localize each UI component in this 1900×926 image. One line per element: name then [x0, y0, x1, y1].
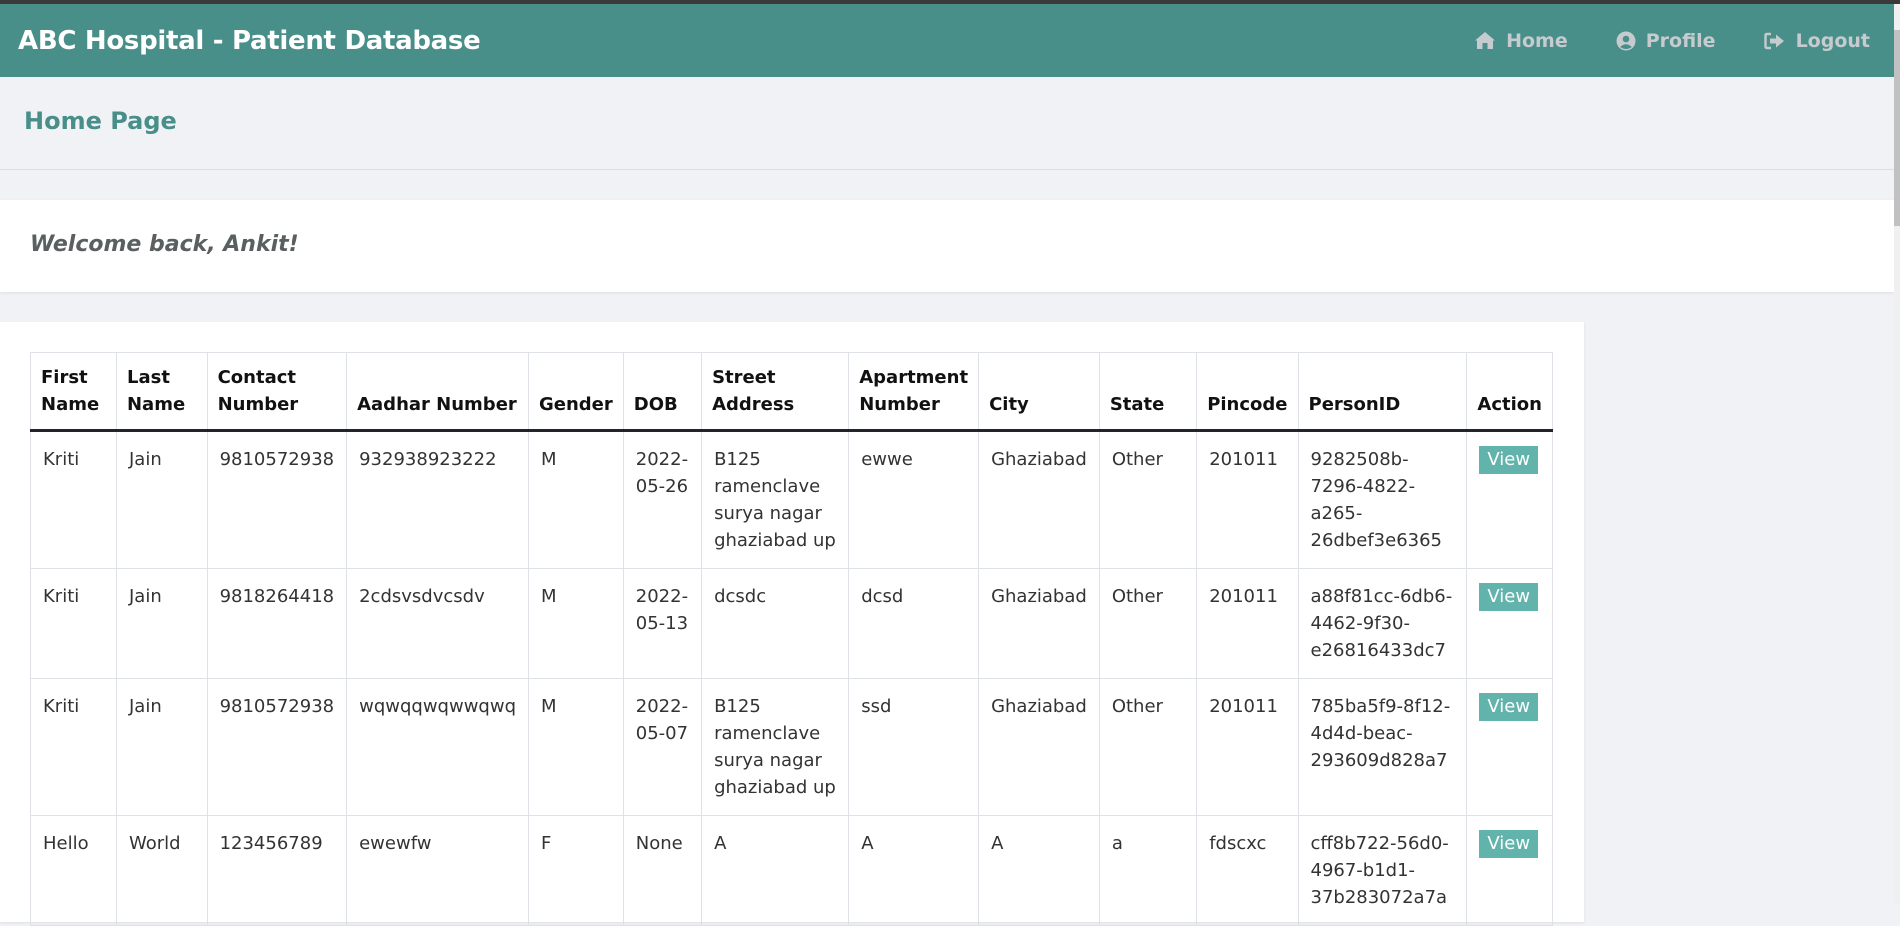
- cell-action: View: [1466, 568, 1553, 679]
- cell-last-name: World: [115, 815, 208, 926]
- header-aadhar-number[interactable]: Aadhar Number: [346, 352, 529, 432]
- cell-contact: 9810572938: [206, 678, 348, 816]
- view-button[interactable]: View: [1479, 446, 1539, 474]
- cell-action: View: [1466, 815, 1553, 926]
- cell-first-name: Kriti: [30, 568, 117, 679]
- cell-aadhar: ewewfw: [346, 815, 529, 926]
- table-row: Kriti Jain 9810572938 wqwqqwqwwqwq M 202…: [30, 678, 1553, 816]
- cell-contact: 9810572938: [206, 430, 348, 569]
- cell-pincode: 201011: [1196, 430, 1299, 569]
- vertical-scrollbar[interactable]: [1894, 4, 1900, 904]
- header-contact-number[interactable]: Contact Number: [206, 352, 348, 432]
- cell-last-name: Jain: [115, 568, 208, 679]
- cell-person-id: 785ba5f9-8f12-4d4d-beac-293609d828a7: [1297, 678, 1468, 816]
- cell-apartment: ewwe: [848, 430, 980, 569]
- header-apartment-number[interactable]: Apartment Number: [848, 352, 980, 432]
- cell-last-name: Jain: [115, 430, 208, 569]
- nav-home-link[interactable]: Home: [1474, 30, 1568, 52]
- user-circle-icon: [1616, 31, 1636, 50]
- cell-city: Ghaziabad: [978, 678, 1100, 816]
- cell-gender: M: [528, 678, 624, 816]
- nav-links: Home Profile Logout: [1426, 30, 1870, 52]
- cell-state: Other: [1098, 430, 1198, 569]
- home-icon: [1475, 32, 1496, 49]
- app-title[interactable]: ABC Hospital - Patient Database: [18, 26, 481, 56]
- nav-logout-link[interactable]: Logout: [1763, 29, 1870, 52]
- welcome-card: Welcome back, Ankit!: [0, 200, 1894, 292]
- scrollbar-thumb[interactable]: [1894, 30, 1900, 226]
- cell-dob: 2022-05-26: [622, 430, 703, 569]
- cell-pincode: 201011: [1196, 678, 1299, 816]
- page-header: Home Page: [0, 77, 1894, 170]
- header-pincode[interactable]: Pincode: [1196, 352, 1299, 432]
- table-header-row: First Name Last Name Contact Number Aadh…: [30, 352, 1553, 432]
- cell-gender: M: [528, 430, 624, 569]
- header-dob[interactable]: DOB: [622, 352, 703, 432]
- cell-last-name: Jain: [115, 678, 208, 816]
- cell-street: dcsdc: [701, 568, 850, 679]
- cell-city: Ghaziabad: [978, 568, 1100, 679]
- header-action: Action: [1466, 352, 1553, 432]
- cell-person-id: 9282508b-7296-4822-a265-26dbef3e6365: [1297, 430, 1468, 569]
- cell-aadhar: 932938923222: [346, 430, 529, 569]
- view-button[interactable]: View: [1479, 583, 1539, 611]
- page-title: Home Page: [24, 107, 177, 135]
- cell-dob: 2022-05-13: [622, 568, 703, 679]
- welcome-message: Welcome back, Ankit!: [30, 232, 299, 257]
- patient-table-card: First Name Last Name Contact Number Aadh…: [0, 322, 1584, 926]
- cell-street: A: [701, 815, 850, 926]
- cell-apartment: dcsd: [848, 568, 980, 679]
- patient-table: First Name Last Name Contact Number Aadh…: [30, 352, 1553, 926]
- cell-street: B125 ramenclave surya nagar ghaziabad up: [701, 430, 850, 569]
- cell-city: A: [978, 815, 1100, 926]
- header-city[interactable]: City: [978, 352, 1100, 432]
- navbar: ABC Hospital - Patient Database Home Pro…: [0, 4, 1894, 77]
- cell-apartment: A: [848, 815, 980, 926]
- cell-aadhar: wqwqqwqwwqwq: [346, 678, 529, 816]
- cell-first-name: Kriti: [30, 430, 117, 569]
- table-row: Kriti Jain 9818264418 2cdsvsdvcsdv M 202…: [30, 568, 1553, 679]
- cell-pincode: 201011: [1196, 568, 1299, 679]
- cell-state: a: [1098, 815, 1198, 926]
- nav-profile-label: Profile: [1645, 29, 1716, 52]
- sign-out-icon: [1763, 32, 1784, 49]
- cell-action: View: [1466, 678, 1553, 816]
- cell-dob: 2022-05-07: [622, 678, 703, 816]
- cell-dob: None: [622, 815, 703, 926]
- cell-state: Other: [1098, 568, 1198, 679]
- header-gender[interactable]: Gender: [528, 352, 624, 432]
- nav-logout-label: Logout: [1795, 29, 1870, 52]
- view-button[interactable]: View: [1479, 693, 1539, 721]
- cell-first-name: Kriti: [30, 678, 117, 816]
- cell-contact: 9818264418: [206, 568, 348, 679]
- cell-gender: M: [528, 568, 624, 679]
- cell-first-name: Hello: [30, 815, 117, 926]
- table-row: Kriti Jain 9810572938 932938923222 M 202…: [30, 430, 1553, 569]
- cell-contact: 123456789: [206, 815, 348, 926]
- cell-person-id: cff8b722-56d0-4967-b1d1-37b283072a7a: [1297, 815, 1468, 926]
- cell-action: View: [1466, 430, 1553, 569]
- cell-pincode: fdscxc: [1196, 815, 1299, 926]
- header-person-id[interactable]: PersonID: [1297, 352, 1468, 432]
- cell-aadhar: 2cdsvsdvcsdv: [346, 568, 529, 679]
- header-street-address[interactable]: Street Address: [701, 352, 850, 432]
- cell-state: Other: [1098, 678, 1198, 816]
- nav-home-label: Home: [1506, 29, 1568, 52]
- cell-street: B125 ramenclave surya nagar ghaziabad up: [701, 678, 850, 816]
- nav-profile-link[interactable]: Profile: [1616, 30, 1716, 52]
- table-row: Hello World 123456789 ewewfw F None A A …: [30, 815, 1553, 926]
- header-state[interactable]: State: [1098, 352, 1198, 432]
- header-last-name[interactable]: Last Name: [115, 352, 208, 432]
- header-first-name[interactable]: First Name: [30, 352, 117, 432]
- view-button[interactable]: View: [1479, 830, 1539, 858]
- cell-gender: F: [528, 815, 624, 926]
- cell-city: Ghaziabad: [978, 430, 1100, 569]
- cell-person-id: a88f81cc-6db6-4462-9f30-e26816433dc7: [1297, 568, 1468, 679]
- cell-apartment: ssd: [848, 678, 980, 816]
